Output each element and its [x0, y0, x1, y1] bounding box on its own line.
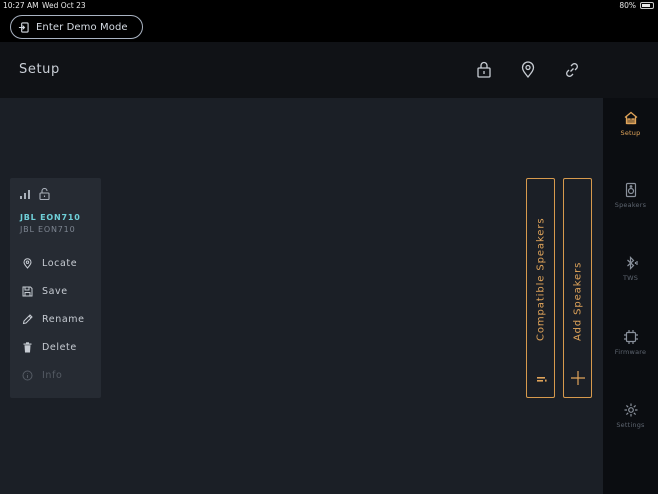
add-speakers-label: Add Speakers — [572, 261, 583, 341]
nav-speakers[interactable]: Speakers — [603, 182, 658, 209]
main-content: JBL EON710 JBL EON710 Locate Save Rename — [0, 98, 603, 494]
nav-tws-label: TWS — [622, 274, 639, 282]
lock-icon[interactable] — [475, 61, 493, 79]
save-menu-item[interactable]: Save — [22, 286, 68, 297]
status-bar: 10:27 AM Wed Oct 23 80% — [0, 0, 658, 12]
speaker-icon — [625, 182, 636, 198]
pencil-icon — [22, 314, 33, 325]
nav-speakers-label: Speakers — [614, 201, 647, 209]
rename-menu-item[interactable]: Rename — [22, 314, 85, 325]
nav-settings-label: Settings — [616, 421, 645, 429]
device-card[interactable]: JBL EON710 JBL EON710 Locate Save Rename — [10, 178, 101, 398]
page-title: Setup — [19, 62, 60, 77]
device-name: JBL EON710 — [20, 213, 81, 222]
side-navigation: Setup Speakers TWS Firmware Settings — [603, 98, 658, 494]
login-icon — [18, 21, 29, 33]
save-icon — [22, 286, 33, 297]
compatible-speakers-button[interactable]: Compatible Speakers — [526, 178, 555, 398]
enter-demo-mode-button[interactable]: Enter Demo Mode — [10, 15, 143, 39]
nav-setup[interactable]: Setup — [603, 110, 658, 137]
demo-button-label: Enter Demo Mode — [36, 21, 128, 33]
plus-icon — [570, 371, 585, 385]
location-pin-icon — [23, 258, 32, 269]
save-label: Save — [42, 286, 68, 297]
unlock-icon — [39, 188, 50, 200]
nav-tws[interactable]: TWS — [603, 255, 658, 282]
header-bar: Setup — [0, 42, 658, 98]
add-speakers-button[interactable]: Add Speakers — [563, 178, 592, 398]
nav-firmware[interactable]: Firmware — [603, 329, 658, 356]
device-model: JBL EON710 — [20, 225, 76, 234]
link-icon[interactable] — [563, 61, 581, 79]
delete-label: Delete — [42, 342, 77, 353]
bluetooth-icon — [626, 256, 638, 270]
trash-icon — [23, 342, 32, 353]
battery-percentage: 80% — [619, 1, 636, 10]
status-date: Wed Oct 23 — [42, 1, 86, 10]
rename-label: Rename — [42, 314, 85, 325]
info-icon — [536, 377, 547, 382]
nav-firmware-label: Firmware — [614, 348, 647, 356]
locate-label: Locate — [42, 258, 78, 269]
battery-icon — [640, 2, 654, 9]
home-icon — [624, 111, 637, 125]
status-time: 10:27 AM — [3, 1, 39, 10]
signal-strength-icon — [20, 190, 30, 199]
location-icon[interactable] — [519, 61, 537, 79]
locate-menu-item[interactable]: Locate — [22, 258, 77, 269]
info-label: Info — [42, 370, 63, 381]
chip-icon — [623, 330, 638, 344]
info-menu-item: Info — [22, 370, 62, 381]
nav-setup-label: Setup — [620, 129, 641, 137]
gear-icon — [624, 403, 637, 417]
info-icon — [22, 370, 33, 381]
delete-menu-item[interactable]: Delete — [22, 342, 77, 353]
nav-settings[interactable]: Settings — [603, 402, 658, 429]
compatible-speakers-label: Compatible Speakers — [535, 217, 546, 341]
